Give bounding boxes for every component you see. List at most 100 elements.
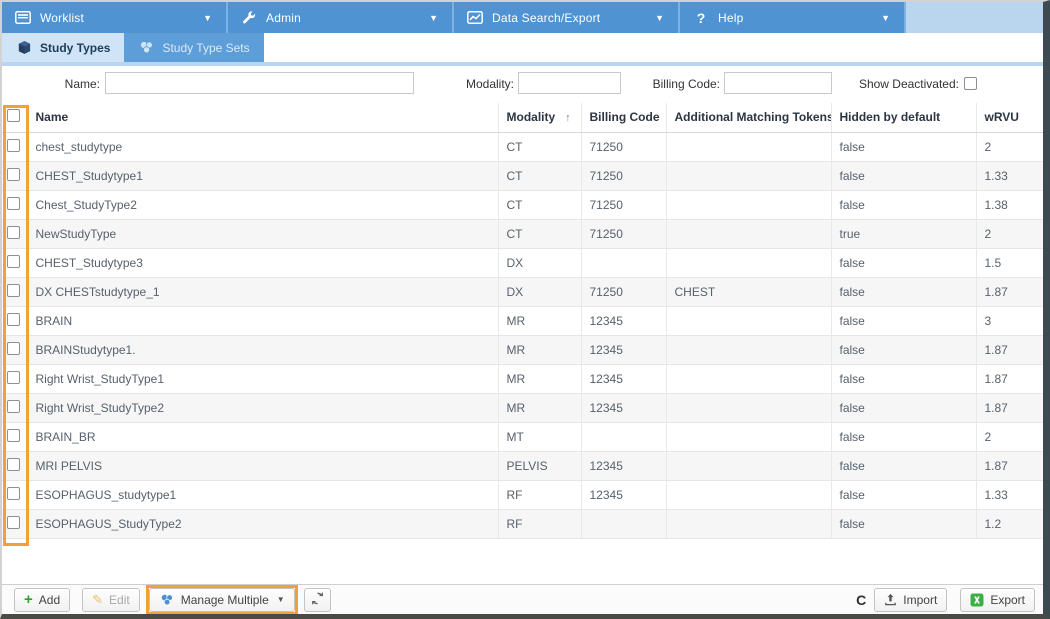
- menu-admin[interactable]: Admin ▼: [228, 2, 454, 33]
- cell-name: Chest_StudyType2: [27, 190, 499, 220]
- menu-label: Worklist: [40, 10, 85, 25]
- tab-label: Study Types: [40, 40, 111, 55]
- row-checkbox[interactable]: [7, 515, 20, 529]
- cell-hidden: false: [831, 451, 977, 481]
- row-checkbox[interactable]: [7, 341, 20, 355]
- cell-tokens: [666, 248, 832, 278]
- filter-row: Name: Modality: Billing Code: Show Deact…: [2, 66, 1043, 103]
- menubar-filler: [906, 2, 1043, 33]
- row-checkbox-cell[interactable]: [2, 509, 28, 539]
- table-row[interactable]: Right Wrist_StudyType2 MR 12345 false 1.87: [2, 393, 1043, 423]
- row-checkbox[interactable]: [7, 283, 20, 297]
- row-checkbox-cell[interactable]: [2, 422, 28, 452]
- table-row[interactable]: NewStudyType CT 71250 true 2: [2, 219, 1043, 249]
- table-row[interactable]: ESOPHAGUS_StudyType2 RF false 1.2: [2, 509, 1043, 539]
- table-row[interactable]: BRAIN_BR MT false 2: [2, 422, 1043, 452]
- row-checkbox-cell[interactable]: [2, 132, 28, 162]
- cell-tokens: [666, 190, 832, 220]
- row-checkbox[interactable]: [7, 428, 20, 442]
- table-row[interactable]: MRI PELVIS PELVIS 12345 false 1.87: [2, 451, 1043, 481]
- row-checkbox-cell[interactable]: [2, 480, 28, 510]
- manage-multiple-button[interactable]: Manage Multiple ▼: [148, 587, 295, 612]
- select-all-checkbox[interactable]: [7, 109, 20, 123]
- cell-billing: 12345: [581, 335, 667, 365]
- refresh-button[interactable]: [303, 587, 331, 612]
- cell-hidden: false: [831, 335, 977, 365]
- add-button[interactable]: + Add: [14, 587, 71, 612]
- row-checkbox-cell[interactable]: [2, 277, 28, 307]
- table-row[interactable]: BRAIN MR 12345 false 3: [2, 306, 1043, 336]
- row-checkbox[interactable]: [7, 457, 20, 471]
- table-row[interactable]: BRAINStudytype1. MR 12345 false 1.87: [2, 335, 1043, 365]
- tab-bar: Study Types Study Type Sets: [2, 33, 1043, 62]
- col-header-hidden[interactable]: Hidden by default: [831, 103, 977, 133]
- cell-hidden: false: [831, 132, 977, 162]
- table-row[interactable]: Chest_StudyType2 CT 71250 false 1.38: [2, 190, 1043, 220]
- col-header-tokens[interactable]: Additional Matching Tokens: [666, 103, 832, 133]
- cell-wrvu: 2: [976, 422, 1043, 452]
- row-checkbox-cell[interactable]: [2, 219, 28, 249]
- col-header-billing-code[interactable]: Billing Code: [581, 103, 667, 133]
- cell-billing: 12345: [581, 393, 667, 423]
- row-checkbox-cell[interactable]: [2, 393, 28, 423]
- row-checkbox[interactable]: [7, 370, 20, 384]
- name-filter-input[interactable]: [105, 72, 414, 94]
- show-deactivated-label: Show Deactivated:: [858, 77, 959, 91]
- tab-study-types[interactable]: Study Types: [2, 33, 125, 62]
- row-checkbox[interactable]: [7, 486, 20, 500]
- row-checkbox-cell[interactable]: [2, 248, 28, 278]
- table-row[interactable]: ESOPHAGUS_studytype1 RF 12345 false 1.33: [2, 480, 1043, 510]
- menu-worklist[interactable]: Worklist ▼: [2, 2, 228, 33]
- col-header-wrvu[interactable]: wRVU: [976, 103, 1043, 133]
- table-row[interactable]: CHEST_Studytype1 CT 71250 false 1.33: [2, 161, 1043, 191]
- row-checkbox-cell[interactable]: [2, 161, 28, 191]
- row-checkbox-cell[interactable]: [2, 364, 28, 394]
- cell-tokens: [666, 480, 832, 510]
- edit-button[interactable]: ✎ Edit: [82, 587, 140, 612]
- select-all-cell[interactable]: [2, 103, 28, 133]
- row-checkbox[interactable]: [7, 312, 20, 326]
- row-checkbox[interactable]: [7, 225, 20, 239]
- cell-wrvu: 1.87: [976, 364, 1043, 394]
- row-checkbox-cell[interactable]: [2, 306, 28, 336]
- import-button-label: Import: [903, 592, 938, 607]
- col-header-name[interactable]: Name: [27, 103, 499, 133]
- cell-tokens: [666, 393, 832, 423]
- row-checkbox-cell[interactable]: [2, 451, 28, 481]
- tab-label: Study Type Sets: [162, 40, 250, 55]
- menu-help[interactable]: ? Help ▼: [680, 2, 906, 33]
- row-checkbox[interactable]: [7, 138, 20, 152]
- manage-multiple-highlight: Manage Multiple ▼: [145, 584, 298, 614]
- cell-wrvu: 1.33: [976, 480, 1043, 510]
- modality-filter-label: Modality:: [465, 77, 514, 91]
- cell-hidden: false: [831, 190, 977, 220]
- cell-tokens: [666, 451, 832, 481]
- cell-wrvu: 2: [976, 132, 1043, 162]
- table-row[interactable]: Right Wrist_StudyType1 MR 12345 false 1.87: [2, 364, 1043, 394]
- cell-tokens: [666, 335, 832, 365]
- import-button[interactable]: Import: [874, 587, 948, 612]
- tab-study-type-sets[interactable]: Study Type Sets: [124, 33, 264, 62]
- row-checkbox[interactable]: [7, 196, 20, 210]
- row-checkbox-cell[interactable]: [2, 190, 28, 220]
- row-checkbox[interactable]: [7, 399, 20, 413]
- table-row[interactable]: DX CHESTstudytype_1 DX 71250 CHEST false 1.87: [2, 277, 1043, 307]
- cell-billing: 71250: [581, 219, 667, 249]
- table-row[interactable]: chest_studytype CT 71250 false 2: [2, 132, 1043, 162]
- row-checkbox[interactable]: [7, 254, 20, 268]
- worklist-icon: [14, 10, 32, 25]
- show-deactivated-checkbox[interactable]: [964, 77, 977, 90]
- cell-modality: RF: [498, 480, 582, 510]
- add-button-label: Add: [38, 592, 61, 607]
- col-header-modality[interactable]: Modality ↑: [498, 103, 582, 133]
- menu-data-search-export[interactable]: Data Search/Export ▼: [454, 2, 680, 33]
- row-checkbox-cell[interactable]: [2, 335, 28, 365]
- table-row[interactable]: CHEST_Studytype3 DX false 1.5: [2, 248, 1043, 278]
- help-icon: ?: [696, 9, 706, 26]
- edit-button-label: Edit: [109, 592, 130, 607]
- export-button[interactable]: Export: [960, 587, 1035, 612]
- row-checkbox[interactable]: [7, 167, 20, 181]
- menu-label: Admin: [266, 10, 302, 25]
- cluster-icon: [159, 593, 175, 607]
- cell-wrvu: 1.87: [976, 335, 1043, 365]
